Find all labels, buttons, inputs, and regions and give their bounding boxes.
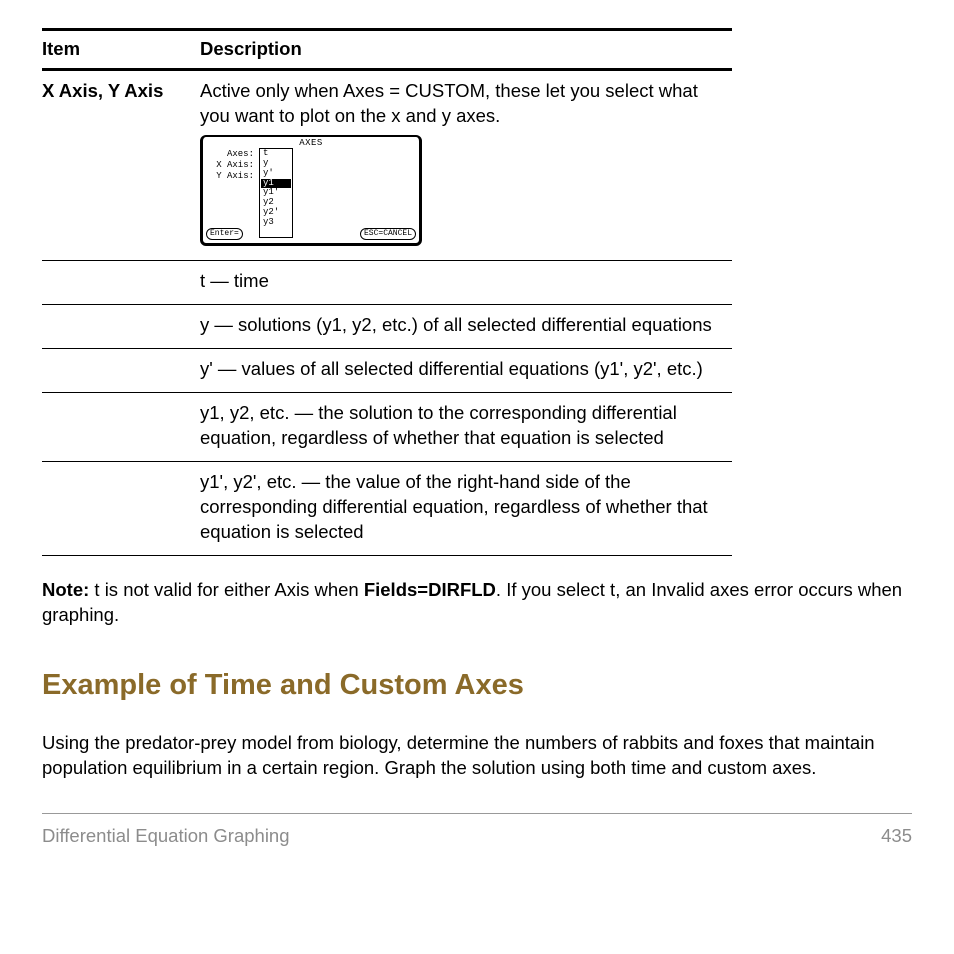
axes-definition-table: Item Description X Axis, Y Axis Active o… [42,28,732,556]
footer-left: Differential Equation Graphing [42,824,290,849]
col-desc: Description [200,30,732,70]
table-row: X Axis, Y Axis Active only when Axes = C… [42,69,732,260]
calc-label-axes: Axes: [206,150,258,159]
col-item: Item [42,30,200,70]
calc-dropdown: t y y' y1 y1' y2 y2' y3 [259,148,293,238]
desc-cell: y — solutions (y1, y2, etc.) of all sele… [200,304,732,348]
calc-title: AXES [206,139,416,148]
note-pre: t is not valid for either Axis when [89,579,364,600]
note-field: Fields=DIRFLD [364,579,496,600]
calc-label-xaxis: X Axis: [206,161,258,170]
main-desc-text: Active only when Axes = CUSTOM, these le… [200,79,724,129]
desc-cell: t — time [200,260,732,304]
calc-esc-btn: ESC=CANCEL [360,228,416,240]
table-header-row: Item Description [42,30,732,70]
item-label: X Axis, Y Axis [42,69,200,260]
page-footer: Differential Equation Graphing 435 [42,813,912,849]
item-desc: Active only when Axes = CUSTOM, these le… [200,69,732,260]
note-paragraph: Note: t is not valid for either Axis whe… [42,578,912,628]
body-paragraph: Using the predator-prey model from biolo… [42,731,912,781]
calculator-screenshot: AXES Axes: X Axis: Y Axis: t y y' y1 y1'… [200,135,422,246]
calc-enter-btn: Enter= [206,228,243,240]
desc-cell: y1, y2, etc. — the solution to the corre… [200,392,732,461]
table-row: y — solutions (y1, y2, etc.) of all sele… [42,304,732,348]
table-row: y1', y2', etc. — the value of the right-… [42,461,732,555]
footer-page-number: 435 [881,824,912,849]
calc-label-yaxis: Y Axis: [206,172,258,181]
desc-cell: y1', y2', etc. — the value of the right-… [200,461,732,555]
desc-cell: y' — values of all selected differential… [200,348,732,392]
table-row: t — time [42,260,732,304]
note-label: Note: [42,579,89,600]
table-row: y1, y2, etc. — the solution to the corre… [42,392,732,461]
table-row: y' — values of all selected differential… [42,348,732,392]
section-heading: Example of Time and Custom Axes [42,666,912,705]
